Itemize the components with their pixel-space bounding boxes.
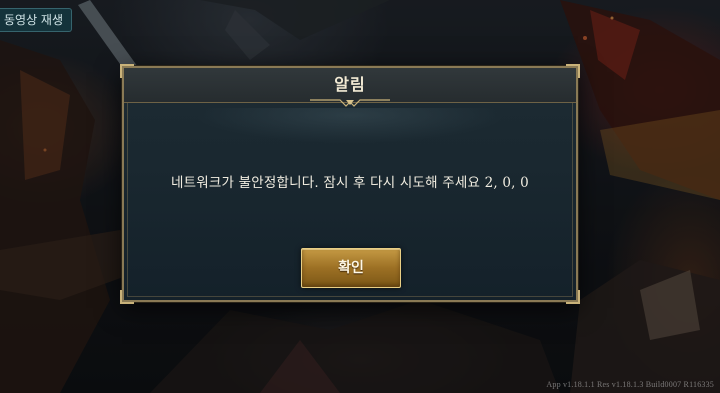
replay-video-button[interactable]: 동영상 재생 (0, 8, 73, 32)
confirm-button[interactable]: 확인 (301, 248, 401, 288)
replay-video-label: 동영상 재생 (4, 13, 64, 27)
dialog-title: 알림 (334, 75, 366, 94)
corner-ornament-icon (120, 290, 134, 304)
corner-ornament-icon (566, 290, 580, 304)
error-code: 2, 0, 0 (484, 175, 529, 191)
version-info: App v1.18.1.1 Res v1.18.1.3 Build0007 R1… (546, 380, 714, 389)
dialog-message-text: 네트워크가 불안정합니다. 잠시 후 다시 시도해 주세요 (171, 175, 481, 191)
dialog-message: 네트워크가 불안정합니다. 잠시 후 다시 시도해 주세요 2, 0, 0 (124, 171, 576, 191)
dialog-mist-decoration (130, 108, 570, 178)
game-screen: 동영상 재생 알림 네트워크가 불안정합니다. 잠시 후 다시 시도해 주세요 … (0, 0, 720, 393)
alert-dialog: 알림 네트워크가 불안정합니다. 잠시 후 다시 시도해 주세요 2, 0, 0… (120, 64, 580, 304)
confirm-button-label: 확인 (338, 260, 364, 276)
